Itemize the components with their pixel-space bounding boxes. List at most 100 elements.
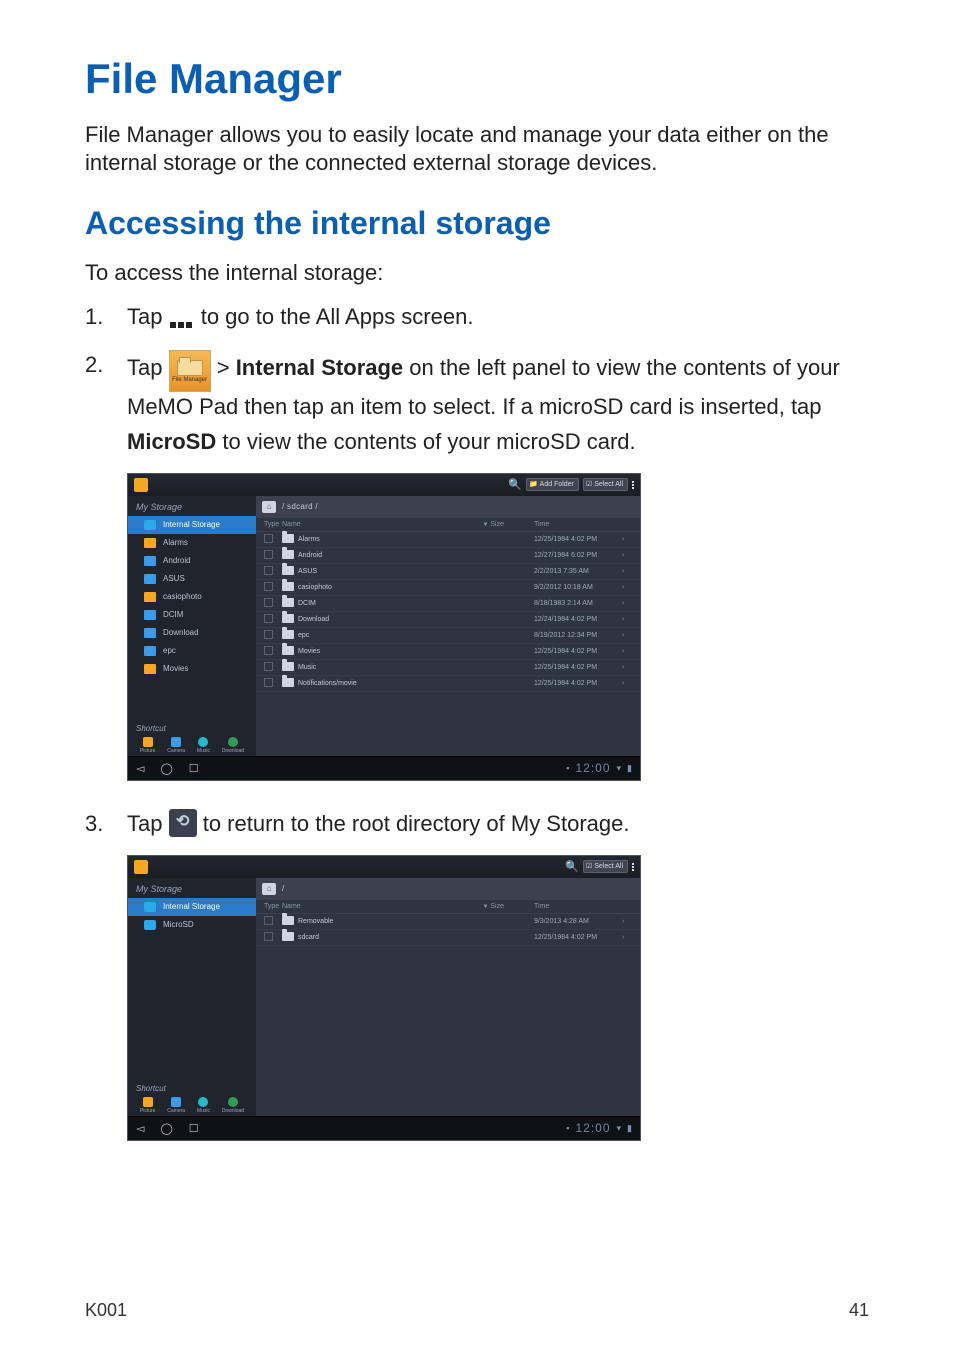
sidebar-item-asus[interactable]: ASUS — [128, 570, 256, 588]
table-row[interactable]: ASUS2/2/2013 7:35 AM› — [256, 564, 640, 580]
sidebar-item-download[interactable]: Download — [128, 624, 256, 642]
section-heading: Accessing the internal storage — [85, 205, 869, 242]
table-row[interactable]: epc8/19/2012 12:34 PM› — [256, 628, 640, 644]
shortcut-picture[interactable]: Picture — [140, 1097, 156, 1114]
row-checkbox[interactable] — [264, 582, 273, 591]
row-checkbox[interactable] — [264, 916, 273, 925]
status-sd-icon: ▪ — [566, 1123, 569, 1133]
chevron-right-icon: › — [622, 600, 632, 607]
row-name: casiophoto — [298, 584, 450, 591]
table-row[interactable]: casiophoto 9/2/2012 10:18 AM› — [256, 580, 640, 596]
step-3-text-b: to return to the root directory of My St… — [203, 811, 630, 836]
shortcut-download[interactable]: Download — [222, 737, 244, 754]
folder-icon — [282, 598, 294, 607]
sidebar-item-alarms[interactable]: Alarms — [128, 534, 256, 552]
shortcut-camera[interactable]: Camera — [167, 1097, 185, 1114]
file-manager-icon-caption: File Manager — [172, 377, 207, 383]
table-row[interactable]: DCIM8/18/1983 2:14 AM› — [256, 596, 640, 612]
step-3-text-a: Tap — [127, 811, 169, 836]
file-manager-app-icon: File Manager — [169, 350, 211, 392]
chevron-right-icon: › — [622, 680, 632, 687]
row-name: Alarms — [298, 536, 450, 543]
table-row[interactable]: Movies12/25/1984 4:02 PM› — [256, 644, 640, 660]
screenshot-root-storage: 🔍 ☑ Select All My Storage Internal Stora… — [127, 855, 641, 1141]
microsd-label: MicroSD — [127, 429, 216, 454]
folder-icon — [144, 664, 156, 674]
shortcut-music[interactable]: Music — [197, 737, 210, 754]
nav-recent-icon[interactable]: ☐ — [189, 762, 199, 775]
row-name: Android — [298, 552, 450, 559]
nav-back-icon[interactable]: ◅ — [136, 1122, 144, 1135]
row-name: Notifications/movie — [298, 680, 450, 687]
nav-back-icon[interactable]: ◅ — [136, 762, 144, 775]
step-number: 3. — [85, 807, 103, 841]
row-checkbox[interactable] — [264, 630, 273, 639]
status-clock: 12:00 — [575, 1121, 610, 1135]
row-checkbox[interactable] — [264, 646, 273, 655]
sidebar-title: My Storage — [128, 496, 256, 516]
shortcut-camera[interactable]: Camera — [167, 737, 185, 754]
search-icon[interactable]: 🔍 — [508, 478, 522, 491]
search-icon[interactable]: 🔍 — [565, 860, 579, 873]
sidebar-item-internal-storage[interactable]: Internal Storage — [128, 516, 256, 534]
sidebar-item-microsd[interactable]: MicroSD — [128, 916, 256, 934]
sidebar-item-android[interactable]: Android — [128, 552, 256, 570]
chevron-right-icon: › — [622, 934, 632, 941]
chevron-right-icon: › — [622, 584, 632, 591]
sidebar-item-movies[interactable]: Movies — [128, 660, 256, 678]
row-name: Movies — [298, 648, 450, 655]
row-checkbox[interactable] — [264, 566, 273, 575]
table-row[interactable]: Download12/24/1984 4:02 PM› — [256, 612, 640, 628]
table-row[interactable]: Music12/25/1984 4:02 PM› — [256, 660, 640, 676]
row-time: 8/18/1983 2:14 AM — [504, 600, 622, 607]
add-folder-button[interactable]: 📁 Add Folder — [526, 478, 579, 491]
folder-icon — [144, 556, 156, 566]
chevron-right-icon: › — [622, 552, 632, 559]
table-row[interactable]: Android12/27/1984 6:02 PM› — [256, 548, 640, 564]
select-all-button[interactable]: ☑ Select All — [583, 478, 628, 491]
shortcut-picture[interactable]: Picture — [140, 737, 156, 754]
nav-home-icon[interactable]: ◯ — [160, 1122, 172, 1135]
select-all-button[interactable]: ☑ Select All — [583, 860, 628, 873]
row-time: 2/2/2013 7:35 AM — [504, 568, 622, 575]
status-battery-icon: ▮ — [627, 1123, 632, 1134]
shortcut-music[interactable]: Music — [197, 1097, 210, 1114]
row-name: epc — [298, 632, 450, 639]
table-row[interactable]: Removable9/3/2013 4:28 AM› — [256, 914, 640, 930]
table-row[interactable]: Alarms12/25/1984 4:02 PM› — [256, 532, 640, 548]
row-time: 9/2/2012 10:18 AM — [504, 584, 622, 591]
row-checkbox[interactable] — [264, 534, 273, 543]
overflow-menu-icon[interactable] — [632, 863, 634, 871]
table-row[interactable]: sdcard12/25/1984 4:02 PM› — [256, 930, 640, 946]
row-time: 12/24/1984 4:02 PM — [504, 616, 622, 623]
row-checkbox[interactable] — [264, 550, 273, 559]
overflow-menu-icon[interactable] — [632, 481, 634, 489]
row-checkbox[interactable] — [264, 932, 273, 941]
column-headers: Type Name ▼ Size Time — [256, 518, 640, 532]
row-checkbox[interactable] — [264, 662, 273, 671]
breadcrumb-home-icon[interactable]: ⌂ — [262, 883, 276, 895]
folder-icon — [282, 534, 294, 543]
step-3: 3. Tap ⟲ to return to the root directory… — [85, 807, 869, 841]
sidebar-item-internal-storage[interactable]: Internal Storage — [128, 898, 256, 916]
nav-home-icon[interactable]: ◯ — [160, 762, 172, 775]
breadcrumb-home-icon[interactable]: ⌂ — [262, 501, 276, 513]
sidebar-item-casiophoto[interactable]: casiophoto — [128, 588, 256, 606]
all-apps-icon — [169, 305, 195, 329]
row-time: 12/25/1984 4:02 PM — [504, 648, 622, 655]
sidebar-item-dcim[interactable]: DCIM — [128, 606, 256, 624]
folder-icon — [282, 916, 294, 925]
row-checkbox[interactable] — [264, 614, 273, 623]
sidebar-item-epc[interactable]: epc — [128, 642, 256, 660]
table-row[interactable]: Notifications/movie12/25/1984 4:02 PM› — [256, 676, 640, 692]
status-battery-icon: ▮ — [627, 763, 632, 774]
row-checkbox[interactable] — [264, 678, 273, 687]
app-badge-icon — [134, 860, 148, 874]
chevron-right-icon: › — [622, 616, 632, 623]
shortcut-title: Shortcut — [128, 1080, 256, 1095]
nav-recent-icon[interactable]: ☐ — [189, 1122, 199, 1135]
row-checkbox[interactable] — [264, 598, 273, 607]
folder-icon — [282, 582, 294, 591]
shortcut-download[interactable]: Download — [222, 1097, 244, 1114]
folder-icon — [144, 628, 156, 638]
